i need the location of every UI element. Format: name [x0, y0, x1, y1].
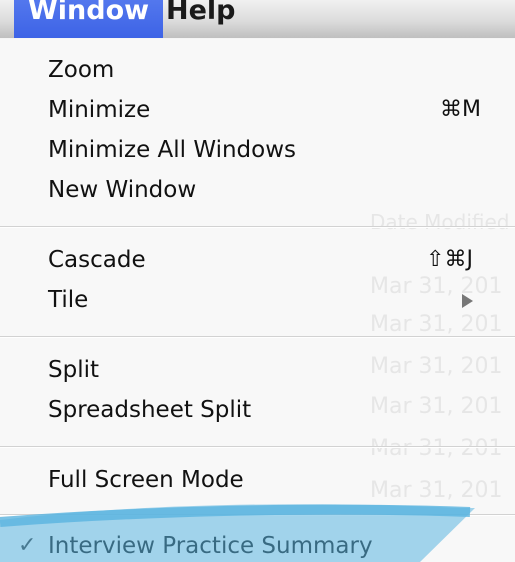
menu-bar: Window Help — [0, 0, 515, 39]
menu-item-tile[interactable]: Tile — [48, 282, 495, 318]
menu-item-interview-practice-summary[interactable]: Interview Practice Summary — [48, 528, 495, 562]
shortcut-label: ⌘M — [440, 97, 481, 122]
menu-separator — [0, 514, 515, 516]
triangle-right-icon — [462, 294, 473, 308]
menu-item-new-window[interactable]: New Window — [48, 172, 495, 208]
menu-item-cascade[interactable]: Cascade ⇧⌘J — [48, 242, 495, 278]
menu-separator — [0, 446, 515, 448]
shortcut-label: ⇧⌘J — [426, 247, 473, 272]
menu-item-full-screen-mode[interactable]: Full Screen Mode — [48, 462, 495, 498]
menu-item-spreadsheet-split[interactable]: Spreadsheet Split — [48, 392, 495, 428]
menu-item-label: Zoom — [48, 57, 115, 83]
menu-item-label: New Window — [48, 177, 197, 203]
menu-item-label: Spreadsheet Split — [48, 397, 252, 423]
menu-separator — [0, 226, 515, 228]
menu-item-label: Tile — [48, 287, 89, 313]
menu-item-label: Interview Practice Summary — [48, 533, 373, 559]
background-date: Mar 31, 201 — [370, 436, 503, 461]
menubar-item-help[interactable]: Help — [152, 0, 250, 38]
menu-item-minimize-all-windows[interactable]: Minimize All Windows — [48, 132, 495, 168]
checkmark-icon: ✓ — [18, 533, 37, 558]
menubar-item-window[interactable]: Window — [14, 0, 164, 38]
menu-item-zoom[interactable]: Zoom — [48, 52, 495, 88]
menu-item-label: Minimize All Windows — [48, 137, 297, 163]
menu-item-label: Full Screen Mode — [48, 467, 244, 493]
menu-item-split[interactable]: Split — [48, 352, 495, 388]
menu-separator — [0, 336, 515, 338]
window-menu: Date Modified Mar 31, 201 Mar 31, 201 Ma… — [0, 38, 515, 562]
menu-item-label: Minimize — [48, 97, 151, 123]
menu-item-label: Cascade — [48, 247, 146, 273]
menu-item-label: Split — [48, 357, 99, 383]
menu-item-minimize[interactable]: Minimize ⌘M — [48, 92, 495, 128]
background-column-header: Date Modified — [370, 210, 510, 234]
